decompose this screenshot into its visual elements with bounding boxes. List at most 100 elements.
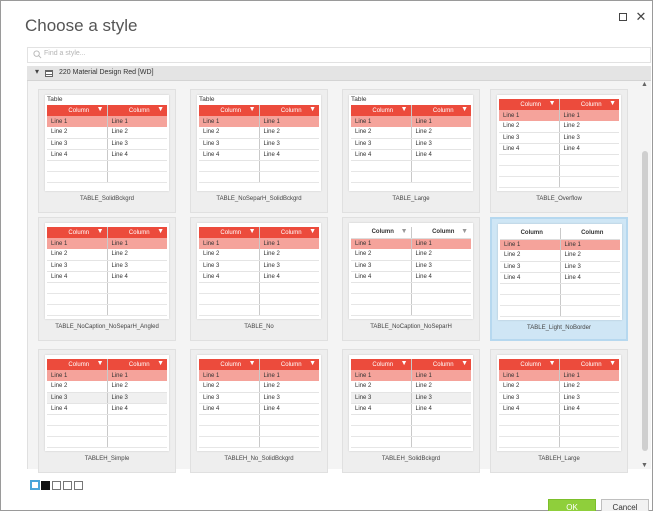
table-cell: Line 1 bbox=[259, 116, 319, 127]
table-cell: Line 2 bbox=[559, 121, 619, 133]
maximize-button[interactable] bbox=[615, 9, 631, 25]
empty-row bbox=[199, 425, 319, 437]
preview-table: Column ▼ Column ▼ Line 1 Line 1 Line 2 Line 2 Li… bbox=[47, 227, 167, 316]
table-cell: Line 4 bbox=[259, 271, 319, 283]
table-cell: Line 3 bbox=[351, 260, 412, 272]
preview-table: Column ▼ Column ▼ Line 1 Line 1 Line 2 Line 2 Li… bbox=[47, 105, 167, 183]
filter-icon: ▼ bbox=[157, 228, 164, 235]
column-header: Column ▼ bbox=[351, 359, 412, 370]
table-row: Line 4 Line 4 bbox=[499, 403, 619, 415]
page-dot[interactable] bbox=[74, 481, 83, 490]
table-cell: Line 3 bbox=[559, 392, 619, 404]
style-tile[interactable]: Table Column ▼ Column ▼ Line 1 Line 1 Line 2 Lin… bbox=[38, 89, 176, 213]
table-cell bbox=[351, 304, 412, 316]
dialog-title: Choose a style bbox=[25, 16, 138, 35]
style-group-header[interactable]: ▾ 220 Material Design Red [WD] bbox=[27, 66, 651, 81]
cancel-button[interactable]: Cancel bbox=[601, 499, 649, 511]
table-row: Line 3 Line 3 bbox=[351, 392, 471, 404]
page-dot[interactable] bbox=[52, 481, 61, 490]
table-cell: Line 1 bbox=[499, 370, 560, 381]
scroll-up-icon[interactable]: ▲ bbox=[641, 81, 648, 88]
table-cell: Line 1 bbox=[107, 116, 167, 127]
style-tile[interactable]: Column ▼ Column ▼ Line 1 Line 1 Line 2 Line 2 Li… bbox=[38, 349, 176, 473]
table-row: Line 1 Line 1 bbox=[351, 238, 471, 249]
filter-icon: ▼ bbox=[309, 360, 316, 367]
column-header: Column ▼ bbox=[351, 227, 412, 239]
table-cell bbox=[560, 283, 620, 295]
table-cell: Line 4 bbox=[47, 149, 108, 161]
table-cell bbox=[560, 305, 620, 317]
table-cell bbox=[107, 414, 167, 426]
table-cell: Line 4 bbox=[47, 403, 108, 415]
table-cell: Line 4 bbox=[411, 403, 471, 415]
table-cell: Line 1 bbox=[199, 370, 260, 381]
table-cell bbox=[199, 425, 260, 437]
table-cell: Line 4 bbox=[107, 403, 167, 415]
column-header-label: Column bbox=[220, 107, 242, 114]
column-header-label: Column bbox=[68, 361, 90, 368]
close-button[interactable]: ✕ bbox=[633, 9, 649, 25]
table-row: Line 2 Line 2 bbox=[351, 249, 471, 261]
table-cell bbox=[47, 160, 108, 172]
table-preview: Column ▼ Column ▼ Line 1 Line 1 Line 2 Line 2 Li… bbox=[497, 95, 621, 191]
table-row: Line 1 Line 1 bbox=[351, 370, 471, 381]
empty-row bbox=[199, 304, 319, 316]
filter-icon: ▼ bbox=[248, 360, 256, 367]
empty-row bbox=[47, 425, 167, 437]
column-header: Column bbox=[560, 228, 620, 240]
style-name: TABLE_No bbox=[244, 324, 274, 330]
style-tile[interactable]: Table Column ▼ Column ▼ Line 1 Line 1 Line 2 Lin… bbox=[342, 89, 480, 213]
table-caption: Table bbox=[199, 96, 215, 103]
table-cell: Line 2 bbox=[107, 127, 167, 139]
style-tile[interactable]: Column ▼ Column ▼ Line 1 Line 1 Line 2 Line 2 Li… bbox=[190, 217, 328, 341]
style-tile[interactable]: Column Column Line 1 Line 1 Line 2 Line 2 Line… bbox=[490, 217, 628, 341]
search-input[interactable]: Find a style... bbox=[27, 47, 651, 63]
table-cell: Line 2 bbox=[499, 121, 560, 133]
column-header-label: Column bbox=[520, 101, 542, 108]
table-cell: Line 2 bbox=[560, 250, 620, 262]
table-cell: Line 2 bbox=[351, 127, 412, 139]
page-dot[interactable] bbox=[30, 480, 40, 490]
style-name: TABLE_Light_NoBorder bbox=[527, 325, 591, 331]
table-cell: Line 3 bbox=[107, 260, 167, 272]
style-tile[interactable]: Column ▼ Column ▼ Line 1 Line 1 Line 2 Line 2 Li… bbox=[490, 89, 628, 213]
column-header-label: Column bbox=[372, 361, 394, 368]
column-header: Column ▼ bbox=[559, 99, 619, 110]
empty-row bbox=[199, 293, 319, 305]
table-cell: Line 3 bbox=[259, 392, 319, 404]
chevron-down-icon[interactable]: ▾ bbox=[35, 67, 39, 76]
style-tile[interactable]: Column ▼ Column ▼ Line 1 Line 1 Line 2 Line 2 Li… bbox=[38, 217, 176, 341]
table-cell bbox=[199, 414, 260, 426]
table-cell bbox=[259, 425, 319, 437]
table-row: Line 1 Line 1 bbox=[199, 116, 319, 127]
table-row: Line 2 Line 2 bbox=[499, 381, 619, 393]
style-tile[interactable]: Column ▼ Column ▼ Line 1 Line 1 Line 2 Line 2 Li… bbox=[342, 349, 480, 473]
table-cell bbox=[259, 414, 319, 426]
table-cell bbox=[499, 414, 560, 426]
scroll-thumb[interactable] bbox=[642, 151, 648, 451]
style-tile[interactable]: Column ▼ Column ▼ Line 1 Line 1 Line 2 Line 2 Li… bbox=[190, 349, 328, 473]
column-header-label: Column bbox=[128, 229, 150, 236]
empty-row bbox=[199, 171, 319, 183]
ok-button[interactable]: OK bbox=[548, 499, 596, 511]
table-cell: Line 3 bbox=[411, 260, 471, 272]
table-cell bbox=[499, 165, 560, 177]
table-row: Line 4 Line 4 bbox=[351, 149, 471, 161]
page-dot[interactable] bbox=[41, 481, 50, 490]
table-cell bbox=[107, 160, 167, 172]
table-cell: Line 4 bbox=[199, 149, 260, 161]
style-tile[interactable]: Table Column ▼ Column ▼ Line 1 Line 1 Line 2 Lin… bbox=[190, 89, 328, 213]
vertical-scrollbar[interactable]: ▲ ▼ bbox=[638, 81, 651, 469]
style-tile[interactable]: Column ▼ Column ▼ Line 1 Line 1 Line 2 Line 2 Li… bbox=[490, 349, 628, 473]
empty-row bbox=[351, 425, 471, 437]
empty-row bbox=[199, 436, 319, 448]
scroll-down-icon[interactable]: ▼ bbox=[641, 462, 648, 469]
style-tile[interactable]: Column ▼ Column ▼ Line 1 Line 1 Line 2 Line 2 Li… bbox=[342, 217, 480, 341]
table-cell: Line 2 bbox=[47, 249, 108, 261]
preview-table: Column ▼ Column ▼ Line 1 Line 1 Line 2 Line 2 Li… bbox=[351, 227, 471, 316]
page-dot[interactable] bbox=[63, 481, 72, 490]
style-name: TABLE_NoCaption_NoSeparH_Angled bbox=[55, 324, 159, 330]
table-cell: Line 4 bbox=[559, 403, 619, 415]
column-header: Column ▼ bbox=[499, 359, 560, 370]
table-cell: Line 3 bbox=[199, 392, 260, 404]
